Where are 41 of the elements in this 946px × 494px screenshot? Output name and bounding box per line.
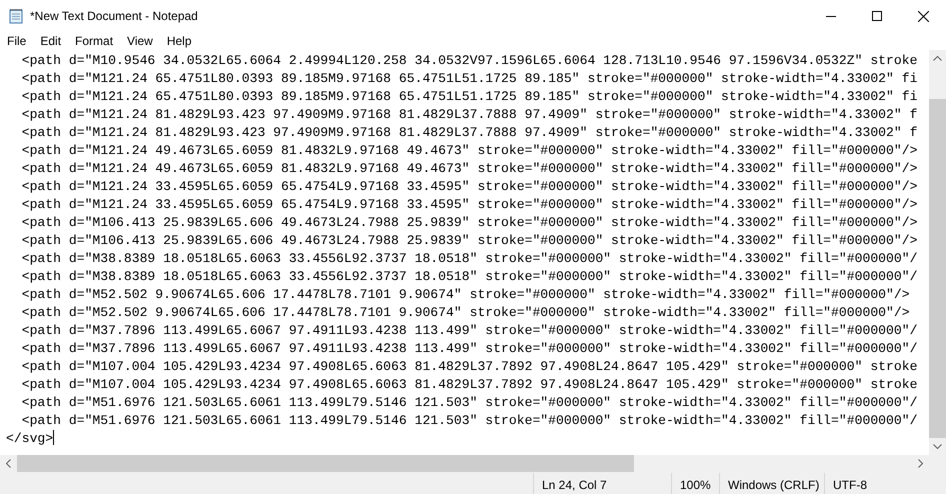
scroll-up-icon[interactable] bbox=[933, 56, 942, 61]
menu-item[interactable]: View bbox=[120, 32, 160, 50]
text-caret bbox=[53, 430, 54, 445]
code-line: <path d="M52.502 9.90674L65.606 17.4478L78.7101 9.90674" stroke="#000000" stroke-width="4.33002" fill="#000000"/> bbox=[20, 286, 910, 304]
notepad-icon bbox=[8, 8, 24, 24]
menu-item[interactable]: Help bbox=[160, 32, 199, 50]
code-line: <path d="M51.6976 121.503L65.6061 113.499L79.5146 121.503" stroke="#000000" stroke-width="4.33002" fill="#000000"/ bbox=[20, 412, 918, 430]
encoding-label: UTF-8 bbox=[824, 473, 946, 494]
vertical-scrollbar[interactable] bbox=[929, 50, 946, 455]
code-line: <path d="M121.24 81.4829L93.423 97.4909M9.97168 81.4829L37.7888 97.4909" stroke="#000000" stroke-width="4.33002" f bbox=[20, 124, 918, 142]
menu-item[interactable]: File bbox=[0, 32, 34, 50]
code-line: <path d="M52.502 9.90674L65.606 17.4478L78.7101 9.90674" stroke="#000000" stroke-width="4.33002" fill="#000000"/> bbox=[20, 304, 910, 322]
close-icon bbox=[918, 10, 928, 22]
code-line: <path d="M121.24 49.4673L65.6059 81.4832L9.97168 49.4673" stroke="#000000" stroke-width="4.33002" fill="#000000"/> bbox=[20, 160, 918, 178]
code-line: <path d="M51.6976 121.503L65.6061 113.499L79.5146 121.503" stroke="#000000" stroke-width="4.33002" fill="#000000"/ bbox=[20, 394, 918, 412]
window-title: *New Text Document - Notepad bbox=[30, 8, 198, 25]
code-line: <path d="M106.413 25.9839L65.606 49.4673L24.7988 25.9839" stroke="#000000" stroke-width="4.33002" fill="#000000"/> bbox=[20, 232, 918, 250]
code-line: <path d="M121.24 33.4595L65.6059 65.4754L9.97168 33.4595" stroke="#000000" stroke-width="4.33002" fill="#000000"/> bbox=[20, 196, 918, 214]
code-line: <path d="M37.7896 113.499L65.6067 97.4911L93.4238 113.499" stroke="#000000" stroke-width="4.33002" fill="#000000"/ bbox=[20, 322, 918, 340]
code-line: </svg> bbox=[6, 430, 54, 448]
code-line: <path d="M121.24 65.4751L80.0393 89.185M9.97168 65.4751L51.1725 89.185" stroke="#000000" stroke-width="4.33002" fi bbox=[20, 70, 918, 88]
menu-item[interactable]: Edit bbox=[33, 32, 68, 50]
code-line: <path d="M38.8389 18.0518L65.6063 33.4556L92.3737 18.0518" stroke="#000000" stroke-width="4.33002" fill="#000000"/ bbox=[20, 268, 918, 286]
code-line: <path d="M121.24 65.4751L80.0393 89.185M9.97168 65.4751L51.1725 89.185" stroke="#000000" stroke-width="4.33002" fi bbox=[20, 88, 918, 106]
line-ending-label: Windows (CRLF) bbox=[719, 473, 824, 494]
scroll-left-icon[interactable] bbox=[6, 459, 11, 468]
code-line: <path d="M121.24 81.4829L93.423 97.4909M9.97168 81.4829L37.7888 97.4909" stroke="#000000" stroke-width="4.33002" f bbox=[20, 106, 918, 124]
code-line: <path d="M106.413 25.9839L65.606 49.4673L24.7988 25.9839" stroke="#000000" stroke-width="4.33002" fill="#000000"/> bbox=[20, 214, 918, 232]
code-line: <path d="M107.004 105.429L93.4234 97.4908L65.6063 81.4829L37.7892 97.4908L24.8647 105.429" stroke="#000000" stroke bbox=[20, 358, 918, 376]
code-line: <path d="M107.004 105.429L93.4234 97.4908L65.6063 81.4829L37.7892 97.4908L24.8647 105.429" stroke="#000000" stroke bbox=[20, 376, 918, 394]
scroll-down-icon[interactable] bbox=[933, 444, 942, 449]
cursor-position: Ln 24, Col 7 bbox=[533, 473, 671, 494]
zoom-level: 100% bbox=[671, 473, 719, 494]
code-line: <path d="M10.9546 34.0532L65.6064 2.49994L120.258 34.0532V97.1596L65.6064 128.713L10.9546 97.1596V34.0532Z" stroke bbox=[20, 52, 918, 70]
menu-item[interactable]: Format bbox=[68, 32, 120, 50]
scroll-right-icon[interactable] bbox=[918, 459, 923, 468]
code-line: <path d="M121.24 33.4595L65.6059 65.4754L9.97168 33.4595" stroke="#000000" stroke-width="4.33002" fill="#000000"/> bbox=[20, 178, 918, 196]
code-line: <path d="M37.7896 113.499L65.6067 97.4911L93.4238 113.499" stroke="#000000" stroke-width="4.33002" fill="#000000"/ bbox=[20, 340, 918, 358]
maximize-icon bbox=[872, 11, 882, 21]
code-line: <path d="M38.8389 18.0518L65.6063 33.4556L92.3737 18.0518" stroke="#000000" stroke-width="4.33002" fill="#000000"/ bbox=[20, 250, 918, 268]
code-line: <path d="M121.24 49.4673L65.6059 81.4832L9.97168 49.4673" stroke="#000000" stroke-width="4.33002" fill="#000000"/> bbox=[20, 142, 918, 160]
